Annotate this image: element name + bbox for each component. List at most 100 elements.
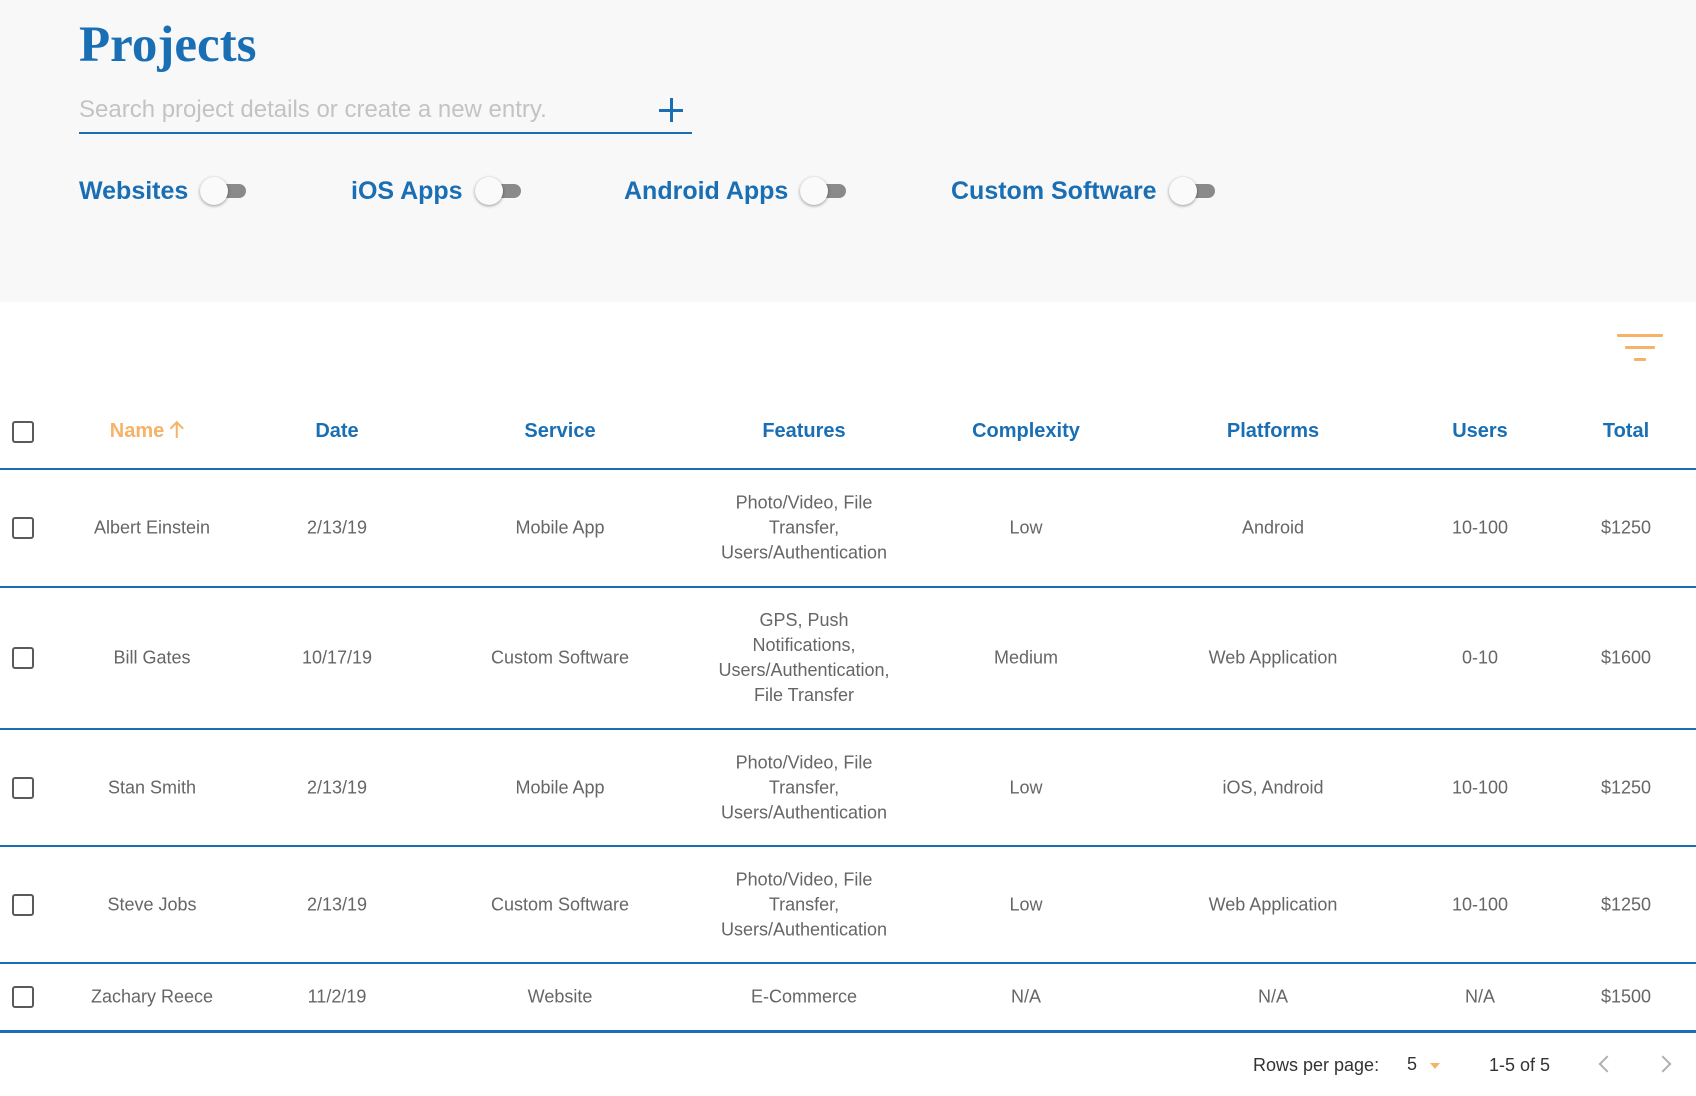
arrow-up-icon xyxy=(170,420,184,438)
header-panel: Projects Websites iOS Apps Android Apps … xyxy=(0,0,1696,302)
toggle-android-apps[interactable] xyxy=(800,177,852,205)
column-header-name[interactable]: Name xyxy=(110,420,184,443)
cell-platforms: N/A xyxy=(1257,986,1289,1007)
feature-line: Photo/Video, File xyxy=(735,492,873,513)
feature-line: Users/Authentication xyxy=(720,542,888,563)
chevron-left-icon[interactable] xyxy=(1598,1055,1616,1073)
feature-line: Notifications, xyxy=(752,635,856,655)
cell-service: Mobile App xyxy=(515,777,605,797)
cell-service: Custom Software xyxy=(490,894,630,914)
feature-line: Transfer, xyxy=(768,777,840,797)
cell-name: Bill Gates xyxy=(113,647,191,668)
filter-custom-software: Custom Software xyxy=(951,173,1221,209)
row-checkbox[interactable] xyxy=(12,517,34,539)
column-header-features[interactable]: Features xyxy=(762,420,845,443)
rows-per-page-select[interactable]: 5 xyxy=(1400,1050,1450,1080)
chevron-right-icon[interactable] xyxy=(1654,1055,1672,1073)
filter-list-icon[interactable] xyxy=(1614,330,1666,366)
cell-users: 10-100 xyxy=(1451,777,1509,797)
search-bar xyxy=(79,92,692,134)
filter-label-ios-apps: iOS Apps xyxy=(351,176,463,205)
search-input[interactable] xyxy=(79,92,639,128)
plus-icon[interactable] xyxy=(656,95,686,125)
cell-platforms: iOS, Android xyxy=(1222,777,1324,797)
chevron-down-icon xyxy=(1430,1063,1440,1069)
cell-platforms: Web Application xyxy=(1208,894,1338,914)
table-row[interactable]: Zachary Reece 11/2/19 Website E-Commerce N/A… xyxy=(0,964,1696,1030)
cell-total: $1600 xyxy=(1600,647,1652,668)
cell-service: Website xyxy=(527,986,593,1007)
filter-label-websites: Websites xyxy=(79,176,189,205)
column-header-platforms[interactable]: Platforms xyxy=(1227,420,1319,443)
filter-label-android-apps: Android Apps xyxy=(624,176,789,205)
cell-name: Zachary Reece xyxy=(90,986,214,1007)
rows-per-page-label: Rows per page: xyxy=(1253,1055,1380,1075)
row-checkbox[interactable] xyxy=(12,986,34,1008)
filter-ios-apps: iOS Apps xyxy=(351,173,527,209)
feature-line: Photo/Video, File xyxy=(735,869,873,889)
cell-service: Custom Software xyxy=(490,647,630,668)
cell-total: $1250 xyxy=(1600,517,1652,538)
cell-date: 11/2/19 xyxy=(307,986,367,1007)
cell-name: Steve Jobs xyxy=(107,894,197,914)
cell-date: 10/17/19 xyxy=(301,647,373,668)
table-row[interactable]: Steve Jobs 2/13/19 Custom Software Photo/Vi… xyxy=(0,847,1696,962)
toggle-ios-apps[interactable] xyxy=(474,177,527,205)
cell-total: $1500 xyxy=(1600,986,1652,1007)
toggle-websites[interactable] xyxy=(200,177,252,205)
row-divider xyxy=(0,1030,1696,1033)
table-row[interactable]: Stan Smith 2/13/19 Mobile App Photo/Video, … xyxy=(0,730,1696,845)
cell-complexity: N/A xyxy=(1010,986,1042,1007)
feature-line: Users/Authentication xyxy=(720,802,888,822)
feature-line: Users/Authentication xyxy=(720,919,888,939)
cell-complexity: Low xyxy=(1009,777,1043,797)
column-header-date[interactable]: Date xyxy=(315,420,358,443)
rows-per-page-value: 5 xyxy=(1407,1054,1418,1074)
column-header-complexity[interactable]: Complexity xyxy=(972,420,1080,443)
cell-features: GPS, Push Notifications, Users/Authenticat… xyxy=(709,608,899,708)
pagination-range: 1-5 of 5 xyxy=(1489,1055,1551,1075)
feature-line: E-Commerce xyxy=(750,986,857,1007)
row-checkbox[interactable] xyxy=(12,893,34,916)
cell-complexity: Low xyxy=(1009,894,1043,914)
cell-platforms: Android xyxy=(1241,517,1305,538)
feature-line: File Transfer xyxy=(753,685,855,705)
table-row[interactable]: Bill Gates 10/17/19 Custom Software GPS, Pu… xyxy=(0,588,1696,728)
cell-features: Photo/Video, File Transfer, Users/Authenti… xyxy=(709,491,899,566)
cell-name: Albert Einstein xyxy=(93,517,211,538)
column-header-users[interactable]: Users xyxy=(1452,420,1508,443)
cell-users: 0-10 xyxy=(1461,647,1499,668)
cell-users: N/A xyxy=(1464,986,1496,1007)
cell-users: 10-100 xyxy=(1451,517,1509,538)
feature-line: GPS, Push xyxy=(759,610,849,630)
filter-android-apps: Android Apps xyxy=(624,173,852,209)
cell-total: $1250 xyxy=(1600,777,1652,797)
feature-line: Photo/Video, File xyxy=(735,752,873,772)
cell-complexity: Medium xyxy=(993,647,1059,668)
feature-line: Users/Authentication, xyxy=(718,660,890,680)
row-checkbox[interactable] xyxy=(12,647,34,669)
toggle-custom-software[interactable] xyxy=(1168,177,1221,205)
select-all-checkbox[interactable] xyxy=(12,421,34,443)
feature-line: Transfer, xyxy=(768,517,840,538)
column-header-service[interactable]: Service xyxy=(524,420,595,443)
cell-service: Mobile App xyxy=(515,517,605,538)
cell-date: 2/13/19 xyxy=(306,517,368,538)
cell-complexity: Low xyxy=(1009,517,1043,538)
cell-date: 2/13/19 xyxy=(306,777,368,797)
cell-platforms: Web Application xyxy=(1208,647,1338,668)
cell-name: Stan Smith xyxy=(107,777,197,797)
cell-features: E-Commerce xyxy=(709,985,899,1010)
cell-total: $1250 xyxy=(1600,894,1652,914)
filter-label-custom-software: Custom Software xyxy=(951,176,1157,205)
column-header-total[interactable]: Total xyxy=(1603,420,1649,443)
cell-features: Photo/Video, File Transfer, Users/Authenti… xyxy=(709,867,899,942)
page-title: Projects xyxy=(79,17,257,73)
feature-line: Transfer, xyxy=(768,894,840,914)
cell-date: 2/13/19 xyxy=(306,894,368,914)
cell-users: 10-100 xyxy=(1451,894,1509,914)
cell-features: Photo/Video, File Transfer, Users/Authenti… xyxy=(709,750,899,825)
filter-websites: Websites xyxy=(79,173,252,209)
row-checkbox[interactable] xyxy=(12,776,34,799)
table-row[interactable]: Albert Einstein 2/13/19 Mobile App Photo/Vi… xyxy=(0,470,1696,586)
